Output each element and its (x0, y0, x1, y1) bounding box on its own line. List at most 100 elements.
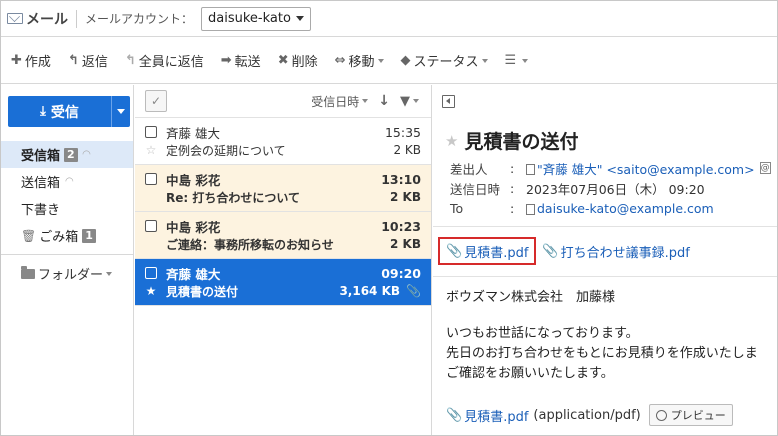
select-all-checkbox[interactable]: ✓ (145, 90, 167, 112)
message-row-selected[interactable]: 斉藤 雄大 09:20 ★ 見積書の送付 3,164 KB 📎 (135, 259, 431, 306)
account-label: メールアカウント： (85, 12, 194, 26)
app-title-label: メール (26, 11, 68, 28)
reply-icon: ↰ (67, 53, 79, 68)
to-link[interactable]: daisuke-kato@example.com (537, 201, 714, 216)
forward-icon: ➡ (220, 53, 232, 68)
message-subject: 定例会の延期について (166, 143, 286, 158)
delete-label: 削除 (291, 55, 318, 70)
more-menu-button[interactable]: ☰ (505, 53, 529, 68)
vcard-icon[interactable]: @ (759, 162, 771, 174)
filter-button[interactable]: ▼ (400, 94, 419, 109)
account-select[interactable]: daisuke-kato (201, 6, 311, 31)
date-value: 2023年07月06日（木） 09:20 (526, 181, 705, 197)
body-attachment: 📎 見積書.pdf (application/pdf) プレビュー (446, 404, 733, 426)
star-icon[interactable]: ★ (445, 132, 458, 150)
folder-item-trash[interactable]: 🗑 ごみ箱 1 (1, 222, 133, 249)
message-from: 中島 彩花 (166, 172, 221, 188)
message-subject: ご連絡：事務所移転のお知らせ (166, 237, 334, 252)
to-label: To (450, 200, 464, 216)
row-checkbox[interactable] (145, 220, 157, 232)
plus-icon: ✚ (11, 53, 22, 68)
message-list-pane: ✓ 受信日時 ↓ ▼ 斉藤 雄大 15:35 ☆ 定例会の延期について 2 KB… (135, 85, 432, 435)
preview-button[interactable]: プレビュー (648, 404, 733, 426)
account-value: daisuke-kato (208, 11, 291, 26)
filter-icon: ▼ (400, 93, 410, 109)
chevron-down-icon (377, 58, 384, 63)
message-meta: 差出人 : "斉藤 雄大" <saito@example.com> @ 送信日時… (450, 158, 771, 218)
mail-icon (7, 13, 23, 24)
app-title[interactable]: メール (7, 9, 68, 29)
divider (433, 226, 777, 227)
message-from: 斉藤 雄大 (166, 266, 221, 282)
from-link[interactable]: "斉藤 雄大" <saito@example.com> (537, 159, 755, 178)
star-icon[interactable]: ★ (145, 284, 157, 298)
sort-label: 受信日時 (311, 94, 360, 109)
message-time: 15:35 (384, 124, 421, 140)
folders-root-label: フォルダー (38, 268, 104, 283)
chevron-down-icon (413, 99, 419, 103)
attachment-link[interactable]: 📎 打ち合わせ議事録.pdf (536, 237, 695, 265)
collapse-pane-icon[interactable] (442, 95, 455, 108)
message-row[interactable]: 斉藤 雄大 15:35 ☆ 定例会の延期について 2 KB (135, 118, 431, 165)
chevron-down-icon (481, 58, 488, 63)
forward-button[interactable]: ➡ 転送 (221, 51, 261, 70)
preview-label: プレビュー (670, 409, 726, 422)
attachment-link-highlighted[interactable]: 📎 見積書.pdf (438, 237, 537, 265)
folder-label: 下書き (21, 203, 61, 218)
divider (76, 9, 77, 28)
receive-button-group: ⤓ 受信 (8, 96, 131, 127)
paperclip-icon: 📎 (542, 243, 559, 259)
sort-direction-icon[interactable]: ↓ (378, 93, 390, 109)
unread-count-badge: 2 (64, 147, 78, 162)
message-size: 2 KB (390, 190, 421, 204)
chevron-down-icon (106, 271, 113, 276)
list-menu-icon: ☰ (504, 53, 517, 68)
message-size: 2 KB (390, 237, 421, 251)
folder-label: 送信箱 (21, 176, 61, 191)
row-checkbox[interactable] (145, 126, 157, 138)
message-from: 中島 彩花 (166, 219, 221, 235)
move-label: 移動 (348, 55, 375, 70)
message-body: ボウズマン株式会社 加藤様 いつもお世話になっております。 先日のお打ち合わせを… (446, 288, 758, 384)
body-line: いつもお世話になっております。 (446, 326, 639, 341)
status-label: ステータス (413, 55, 479, 70)
receive-dropdown-button[interactable] (111, 96, 130, 127)
receive-label: 受信 (50, 104, 79, 121)
download-icon: ⤓ (40, 104, 46, 119)
paperclip-icon: 📎 (446, 407, 463, 423)
chevron-down-icon (522, 58, 529, 63)
meta-from-row: 差出人 : "斉藤 雄大" <saito@example.com> @ (450, 158, 771, 178)
attachment-list: 📎 見積書.pdf 📎 打ち合わせ議事録.pdf (438, 237, 696, 265)
folder-list: 受信箱 2 ◠ 送信箱 ◠ 下書き 🗑 ごみ箱 1 フォルダー (1, 141, 133, 287)
zoom-in-icon (655, 409, 667, 421)
attachment-name: 見積書.pdf (464, 245, 529, 261)
body-attachment-link[interactable]: 見積書.pdf (464, 406, 528, 425)
meta-to-row: To : daisuke-kato@example.com (450, 198, 771, 218)
star-icon[interactable]: ☆ (145, 143, 157, 157)
message-subject: Re: 打ち合わせについて (166, 190, 300, 205)
receive-button[interactable]: ⤓ 受信 (8, 96, 111, 127)
colon: : (510, 160, 515, 176)
attachment-name: 打ち合わせ議事録.pdf (560, 245, 690, 261)
reply-all-icon: ↰ (124, 53, 136, 68)
message-row[interactable]: 中島 彩花 13:10 Re: 打ち合わせについて 2 KB (135, 165, 431, 212)
create-label: 作成 (24, 55, 51, 70)
folder-item-sent[interactable]: 送信箱 ◠ (1, 168, 133, 195)
message-subject: 見積書の送付 (166, 284, 239, 299)
row-checkbox[interactable] (145, 173, 157, 185)
create-button[interactable]: ✚ 作成 (11, 51, 51, 70)
move-button[interactable]: ⇔ 移動 (335, 51, 384, 70)
folders-root[interactable]: フォルダー (1, 260, 133, 287)
reply-all-button[interactable]: ↰ 全員に返信 (125, 51, 204, 70)
message-size: 3,164 KB (339, 284, 401, 298)
row-checkbox[interactable] (145, 267, 157, 279)
delete-button[interactable]: ✖ 削除 (278, 51, 318, 70)
folder-item-inbox[interactable]: 受信箱 2 ◠ (1, 141, 133, 168)
address-book-icon (526, 203, 535, 215)
sort-select[interactable]: 受信日時 (311, 93, 369, 110)
divider (1, 254, 133, 255)
status-button[interactable]: ◆ ステータス (401, 51, 488, 70)
folder-item-drafts[interactable]: 下書き (1, 195, 133, 222)
reply-button[interactable]: ↰ 返信 (68, 51, 108, 70)
message-row[interactable]: 中島 彩花 10:23 ご連絡：事務所移転のお知らせ 2 KB (135, 212, 431, 259)
